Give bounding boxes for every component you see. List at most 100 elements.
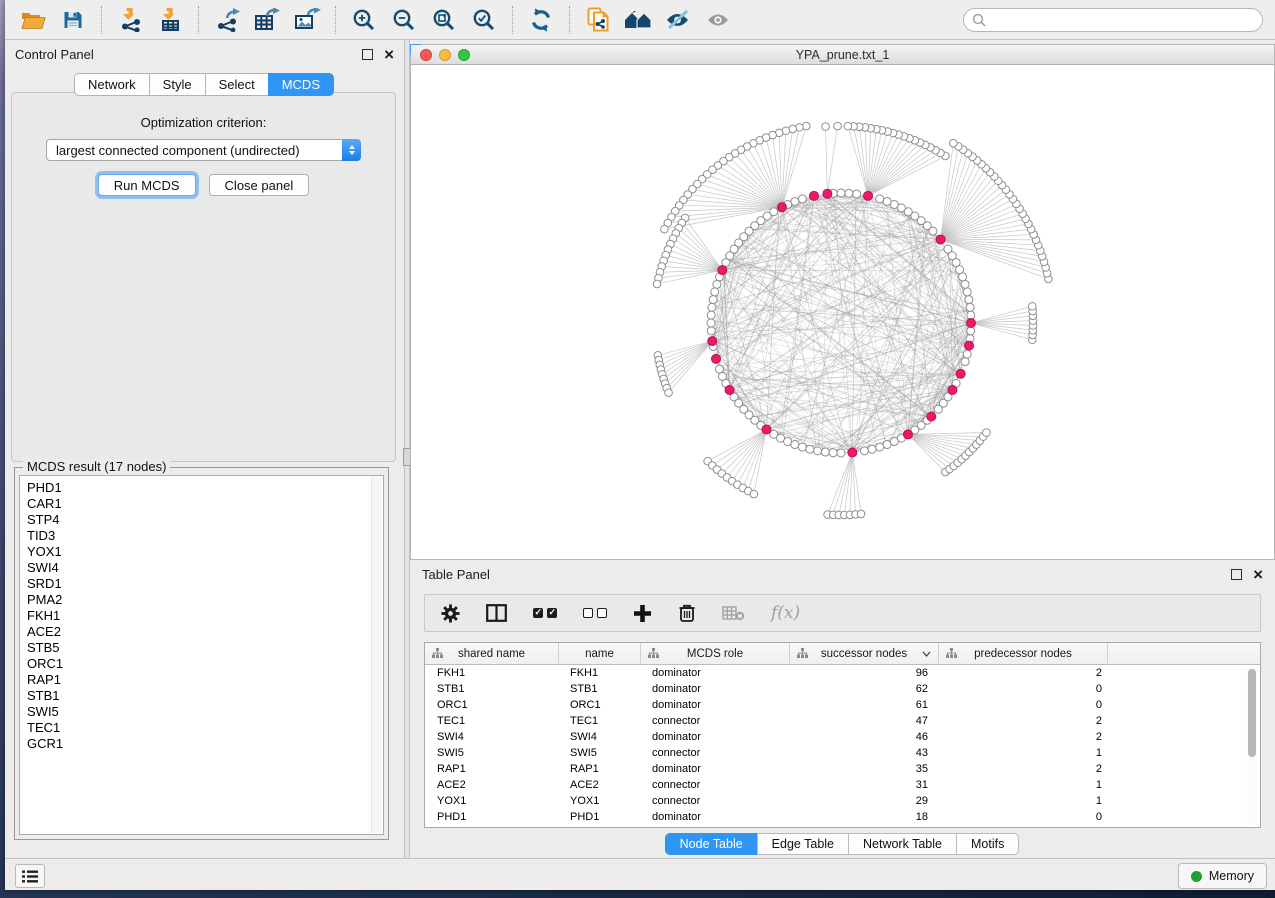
network-node[interactable] (876, 195, 884, 203)
network-node[interactable] (860, 447, 868, 455)
zoom-out-icon[interactable] (388, 5, 420, 35)
export-table-icon[interactable] (251, 5, 283, 35)
show-panel-icon[interactable] (702, 5, 734, 35)
table-row[interactable]: PHD1PHD1dominator180 (425, 809, 1260, 825)
network-node[interactable] (961, 358, 969, 366)
network-leaf-node[interactable] (653, 280, 661, 288)
network-node[interactable] (806, 445, 814, 453)
network-leaf-node[interactable] (950, 139, 958, 147)
mcds-node[interactable] (927, 412, 936, 421)
close-panel-button[interactable]: Close panel (209, 174, 310, 196)
network-node[interactable] (837, 449, 845, 457)
tab-edge-table[interactable]: Edge Table (757, 833, 849, 855)
network-node[interactable] (707, 311, 715, 319)
table-scrollbar[interactable] (1247, 667, 1257, 825)
scrollbar-thumb[interactable] (1248, 669, 1256, 757)
mcds-result-item[interactable]: STP4 (27, 512, 383, 528)
network-leaf-node[interactable] (665, 389, 673, 397)
mcds-node[interactable] (956, 369, 965, 378)
table-row[interactable]: RAP1RAP1dominator352 (425, 761, 1260, 777)
gear-icon[interactable] (441, 604, 460, 623)
network-node[interactable] (707, 319, 715, 327)
deselect-all-icon[interactable] (583, 608, 607, 618)
mcds-result-item[interactable]: STB1 (27, 688, 383, 704)
mcds-result-item[interactable]: SWI5 (27, 704, 383, 720)
mcds-result-item[interactable]: STB5 (27, 640, 383, 656)
mcds-node[interactable] (823, 189, 832, 198)
column-header-shared-name[interactable]: shared name (425, 643, 559, 664)
network-node[interactable] (713, 280, 721, 288)
network-node[interactable] (711, 288, 719, 296)
add-column-icon[interactable] (633, 604, 652, 623)
task-history-button[interactable] (15, 864, 45, 888)
network-node[interactable] (961, 280, 969, 288)
network-node[interactable] (708, 303, 716, 311)
float-table-panel-icon[interactable] (1231, 569, 1242, 580)
close-table-panel-icon[interactable]: × (1253, 569, 1263, 580)
export-image-icon[interactable] (291, 5, 323, 35)
select-all-icon[interactable] (533, 608, 557, 618)
mcds-node[interactable] (965, 341, 974, 350)
network-leaf-node[interactable] (1028, 302, 1036, 310)
mcds-node[interactable] (864, 191, 873, 200)
tab-mcds[interactable]: MCDS (268, 73, 334, 96)
tab-style[interactable]: Style (149, 73, 206, 96)
network-titlebar[interactable]: YPA_prune.txt_1 (411, 45, 1274, 65)
network-node[interactable] (814, 447, 822, 455)
network-node[interactable] (883, 197, 891, 205)
mcds-result-item[interactable]: FKH1 (27, 608, 383, 624)
mcds-result-item[interactable]: PHD1 (27, 480, 383, 496)
refresh-icon[interactable] (525, 5, 557, 35)
export-network-icon[interactable] (211, 5, 243, 35)
mcds-result-list[interactable]: PHD1CAR1STP4TID3YOX1SWI4SRD1PMA2FKH1ACE2… (19, 475, 384, 835)
network-leaf-node[interactable] (834, 122, 842, 130)
network-node[interactable] (868, 445, 876, 453)
table-row[interactable]: ORC1ORC1dominator610 (425, 697, 1260, 713)
network-node[interactable] (707, 327, 715, 335)
table-row[interactable]: TEC1TEC1connector472 (425, 713, 1260, 729)
import-network-icon[interactable] (114, 5, 146, 35)
network-node[interactable] (876, 443, 884, 451)
criterion-select[interactable]: largest connected component (undirected) (46, 139, 361, 161)
column-header-successor-nodes[interactable]: successor nodes (790, 643, 939, 664)
network-node[interactable] (853, 190, 861, 198)
network-node[interactable] (837, 189, 845, 197)
close-panel-icon[interactable]: × (384, 49, 394, 60)
network-node[interactable] (791, 441, 799, 449)
table-row[interactable]: SWI4SWI4dominator462 (425, 729, 1260, 745)
tab-network-table[interactable]: Network Table (848, 833, 957, 855)
network-node[interactable] (709, 296, 717, 304)
column-header-predecessor-nodes[interactable]: predecessor nodes (939, 643, 1108, 664)
network-node[interactable] (821, 448, 829, 456)
memory-button[interactable]: Memory (1178, 863, 1267, 889)
float-panel-icon[interactable] (362, 49, 373, 60)
tab-node-table[interactable]: Node Table (665, 833, 758, 855)
table-row[interactable]: SWI5SWI5connector431 (425, 745, 1260, 761)
home-layout-icon[interactable] (622, 5, 654, 35)
mcds-node[interactable] (967, 319, 976, 328)
mcds-result-item[interactable]: SRD1 (27, 576, 383, 592)
table-row[interactable]: YOX1YOX1connector291 (425, 793, 1260, 809)
mcds-node[interactable] (903, 430, 912, 439)
network-node[interactable] (798, 443, 806, 451)
mcds-node[interactable] (809, 191, 818, 200)
tab-select[interactable]: Select (205, 73, 269, 96)
network-node[interactable] (963, 288, 971, 296)
search-input[interactable] (963, 8, 1263, 32)
zoom-in-icon[interactable] (348, 5, 380, 35)
network-node[interactable] (967, 327, 975, 335)
save-session-icon[interactable] (57, 5, 89, 35)
mcds-result-item[interactable]: PMA2 (27, 592, 383, 608)
network-leaf-node[interactable] (802, 122, 810, 130)
mcds-node[interactable] (777, 203, 786, 212)
network-node[interactable] (798, 195, 806, 203)
copy-style-icon[interactable] (582, 5, 614, 35)
list-scroll-track[interactable] (371, 477, 382, 833)
network-node[interactable] (963, 350, 971, 358)
mcds-result-item[interactable]: TID3 (27, 528, 383, 544)
mcds-result-item[interactable]: CAR1 (27, 496, 383, 512)
mcds-result-item[interactable]: ACE2 (27, 624, 383, 640)
network-leaf-node[interactable] (983, 429, 991, 437)
mcds-node[interactable] (762, 425, 771, 434)
mcds-node[interactable] (712, 354, 721, 363)
